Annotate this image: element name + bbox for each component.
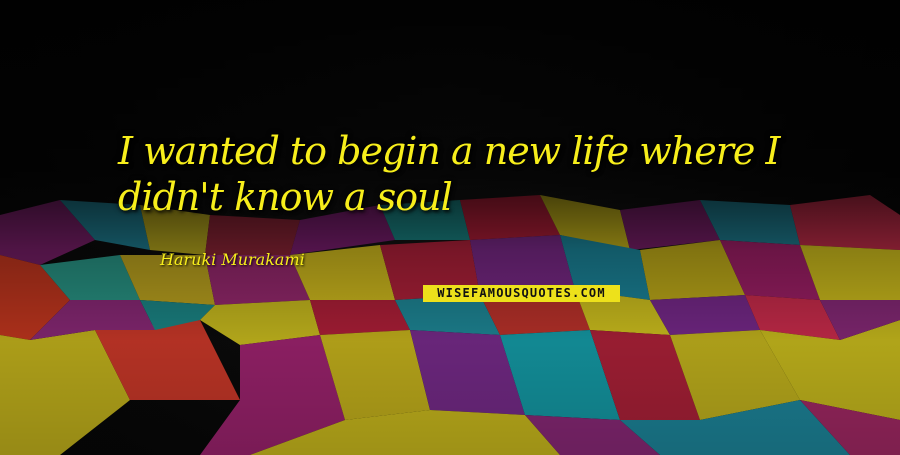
quote-line-1: I wanted to begin a new life where I bbox=[118, 129, 780, 173]
quote-text: I wanted to begin a new life where I did… bbox=[118, 128, 838, 220]
quote-author: Haruki Murakami bbox=[160, 250, 305, 269]
quote-image: I wanted to begin a new life where I did… bbox=[0, 0, 900, 455]
colored-cubes-background bbox=[0, 195, 900, 455]
watermark-text: WISEFAMOUSQUOTES.COM bbox=[437, 286, 606, 300]
watermark-logo: WISEFAMOUSQUOTES.COM bbox=[423, 285, 620, 302]
quote-line-2: didn't know a soul bbox=[118, 175, 453, 219]
